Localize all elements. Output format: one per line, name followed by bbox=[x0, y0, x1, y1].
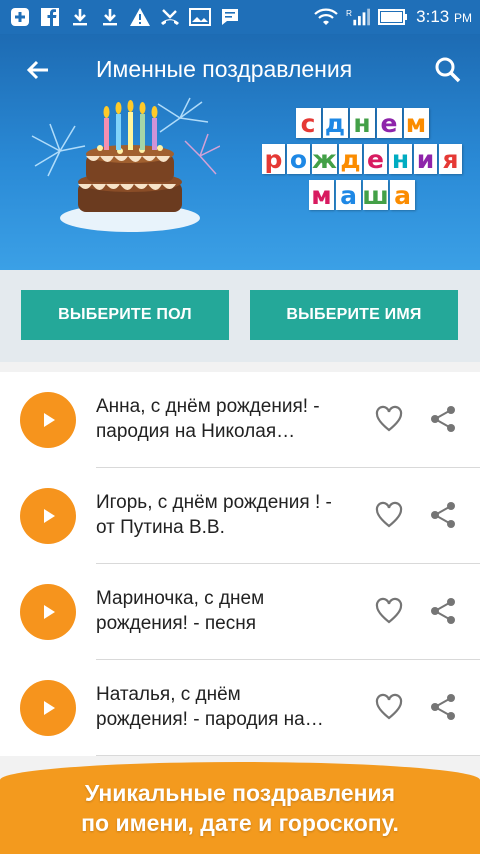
banner-letter: а bbox=[390, 180, 415, 210]
banner-title: с д н е м р о ж д е н и я м а ш а bbox=[262, 108, 462, 216]
banner-letter: м bbox=[403, 108, 429, 138]
notification-icons bbox=[8, 6, 242, 28]
share-icon bbox=[431, 502, 455, 528]
favorite-button[interactable] bbox=[374, 500, 404, 530]
download-icon bbox=[98, 6, 122, 28]
search-button[interactable] bbox=[432, 54, 464, 86]
banner-row-1: с д н е м bbox=[262, 108, 462, 138]
banner-letter: д bbox=[338, 144, 362, 174]
banner-letter: е bbox=[376, 108, 402, 138]
download-icon bbox=[68, 6, 92, 28]
list-item[interactable]: Анна, с днём рождения! - пародия на Никол… bbox=[0, 372, 480, 468]
back-button[interactable] bbox=[22, 54, 54, 86]
system-icons: R 3:13 PM bbox=[314, 6, 472, 28]
wifi-icon bbox=[314, 6, 338, 28]
share-icon bbox=[431, 598, 455, 624]
page-title: Именные поздравления bbox=[96, 56, 353, 82]
list-item[interactable]: Наталья, с днём рождения! - пародия на… bbox=[0, 660, 480, 756]
play-icon bbox=[44, 509, 55, 523]
play-icon bbox=[44, 605, 55, 619]
banner-row-2: р о ж д е н и я bbox=[262, 144, 462, 174]
heart-icon bbox=[375, 693, 403, 720]
svg-text:R: R bbox=[346, 8, 352, 18]
banner-letter: е bbox=[363, 144, 387, 174]
share-button[interactable] bbox=[428, 596, 458, 626]
missed-call-icon bbox=[158, 6, 182, 28]
image-icon bbox=[188, 6, 212, 28]
play-button[interactable] bbox=[20, 488, 76, 544]
promo-banner[interactable]: Уникальные поздравления по имени, дате и… bbox=[0, 762, 480, 854]
favorite-button[interactable] bbox=[374, 404, 404, 434]
banner-letter: р bbox=[262, 144, 286, 174]
play-button[interactable] bbox=[20, 680, 76, 736]
banner-letter: с bbox=[295, 108, 321, 138]
greetings-list: Анна, с днём рождения! - пародия на Никол… bbox=[0, 372, 480, 756]
banner-letter: ж bbox=[312, 144, 337, 174]
banner-letter: о bbox=[287, 144, 311, 174]
filter-bar: ВЫБЕРИТЕ ПОЛ ВЫБЕРИТЕ ИМЯ bbox=[0, 270, 480, 362]
header-banner: Именные поздравления с д н е м р о ж д е… bbox=[0, 34, 480, 270]
clock: 3:13 PM bbox=[416, 7, 472, 26]
list-item-title: Мариночка, с днем рождения! - песня bbox=[96, 588, 265, 634]
favorite-button[interactable] bbox=[374, 596, 404, 626]
banner-letter: а bbox=[336, 180, 361, 210]
arrow-left-icon bbox=[26, 60, 48, 80]
share-button[interactable] bbox=[428, 404, 458, 434]
cake-illustration bbox=[30, 96, 221, 236]
promo-line-1: Уникальные поздравления bbox=[84, 780, 396, 806]
select-gender-button[interactable]: ВЫБЕРИТЕ ПОЛ bbox=[21, 290, 229, 340]
banner-letter: н bbox=[349, 108, 375, 138]
select-name-button[interactable]: ВЫБЕРИТЕ ИМЯ bbox=[250, 290, 458, 340]
banner-row-3: м а ш а bbox=[262, 180, 462, 210]
share-button[interactable] bbox=[428, 692, 458, 722]
promo-line-2: по имени, дате и гороскопу. bbox=[81, 810, 399, 836]
favorite-button[interactable] bbox=[374, 692, 404, 722]
banner-letter: и bbox=[413, 144, 437, 174]
banner-letter: д bbox=[322, 108, 348, 138]
banner-letter: я bbox=[438, 144, 462, 174]
share-icon bbox=[431, 406, 455, 432]
facebook-icon bbox=[38, 6, 62, 28]
plus-box-icon bbox=[8, 6, 32, 28]
play-button[interactable] bbox=[20, 392, 76, 448]
message-icon bbox=[218, 6, 242, 28]
heart-icon bbox=[375, 501, 403, 528]
banner-letter: м bbox=[309, 180, 334, 210]
play-icon bbox=[44, 701, 55, 715]
signal-icon: R bbox=[346, 6, 371, 28]
list-item-title: Анна, с днём рождения! - пародия на Никол… bbox=[96, 396, 320, 442]
play-button[interactable] bbox=[20, 584, 76, 640]
share-button[interactable] bbox=[428, 500, 458, 530]
warning-icon bbox=[128, 6, 152, 28]
list-item[interactable]: Игорь, с днём рождения ! - от Путина В.В. bbox=[0, 468, 480, 564]
list-item-title: Игорь, с днём рождения ! - от Путина В.В. bbox=[96, 492, 332, 538]
heart-icon bbox=[375, 405, 403, 432]
list-item-title: Наталья, с днём рождения! - пародия на… bbox=[96, 684, 324, 730]
status-bar: R 3:13 PM bbox=[0, 0, 480, 34]
list-item[interactable]: Мариночка, с днем рождения! - песня bbox=[0, 564, 480, 660]
banner-letter: н bbox=[388, 144, 412, 174]
share-icon bbox=[431, 694, 455, 720]
heart-icon bbox=[375, 597, 403, 624]
banner-letter: ш bbox=[362, 180, 389, 210]
search-icon bbox=[435, 57, 461, 83]
battery-icon bbox=[378, 6, 408, 28]
row-divider bbox=[96, 755, 480, 756]
play-icon bbox=[44, 413, 55, 427]
